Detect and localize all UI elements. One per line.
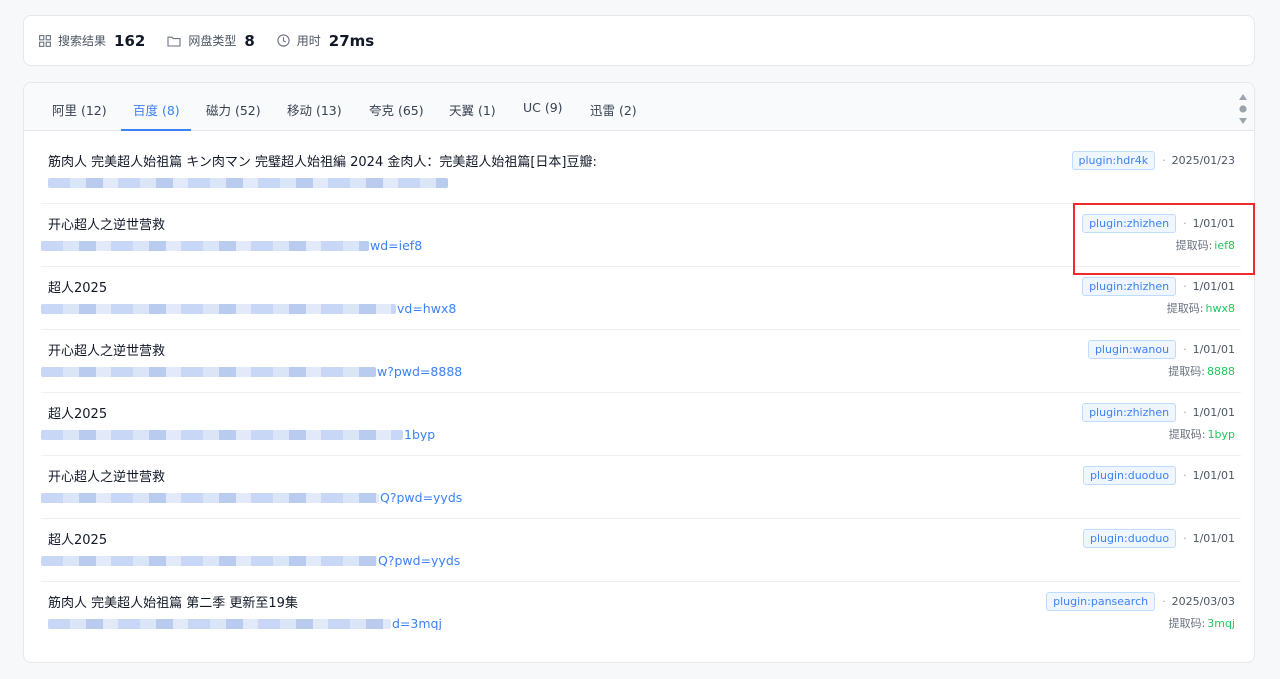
results-count: 162 [114, 31, 146, 50]
time-value: 27ms [328, 31, 375, 50]
result-date: 1/01/01 [1192, 532, 1235, 545]
result-row: 超人2025 vd=hwx8 plugin:zhizhen · 1/01/01 … [41, 267, 1241, 330]
extraction-code: 提取码: ief8 [1175, 239, 1235, 252]
result-date: 1/01/01 [1192, 469, 1235, 482]
result-link[interactable]: 1byp [41, 426, 481, 441]
result-link[interactable]: Q?pwd=yyds [41, 552, 481, 567]
result-title[interactable]: 筋肉人 完美超人始祖篇 第二季 更新至19集 [48, 592, 298, 611]
stat-results: 搜索结果 162 [39, 32, 145, 50]
plugin-tag: plugin:zhizhen [1082, 403, 1177, 422]
result-row: 超人2025 Q?pwd=yyds plugin:duoduo · 1/01/0… [41, 519, 1241, 582]
result-meta: plugin:duoduo · 1/01/01 [1082, 529, 1235, 548]
plugin-tag: plugin:pansearch [1046, 592, 1156, 611]
result-row: 超人2025 1byp plugin:zhizhen · 1/01/01 提取码… [41, 393, 1241, 456]
results-panel: 阿里 (12) 百度 (8) 磁力 (52) 移动 (13) 夸克 (65) 天… [23, 82, 1255, 663]
plugin-tag: plugin:zhizhen [1082, 277, 1177, 296]
plugin-tag: plugin:hdr4k [1071, 151, 1156, 170]
result-meta: plugin:zhizhen · 1/01/01 提取码: ief8 [1082, 214, 1235, 253]
result-date: 1/01/01 [1192, 343, 1235, 356]
active-tab-indicator [121, 129, 191, 131]
result-meta: plugin:hdr4k · 2025/01/23 [1071, 151, 1235, 170]
tab-scroll-icon [1239, 94, 1247, 124]
result-date: 1/01/01 [1192, 280, 1235, 293]
tab-magnet[interactable]: 磁力 (52) [206, 100, 261, 119]
tab-xunlei[interactable]: 迅雷 (2) [590, 100, 637, 119]
tab-aliyun[interactable]: 阿里 (12) [52, 100, 107, 119]
result-link[interactable]: vd=hwx8 [41, 300, 481, 315]
result-link[interactable]: wd=ief8 [41, 237, 481, 252]
plugin-tag: plugin:duoduo [1082, 529, 1177, 548]
time-label: 用时 [296, 34, 321, 48]
result-link[interactable]: w?pwd=8888 [41, 363, 481, 378]
plugin-tag: plugin:wanou [1087, 340, 1177, 359]
tab-uc[interactable]: UC (9) [523, 100, 563, 115]
clock-icon [277, 34, 290, 47]
search-stats-bar: 搜索结果 162 网盘类型 8 用时 27ms [23, 15, 1255, 66]
result-title[interactable]: 开心超人之逆世营救 [48, 214, 165, 233]
results-label: 搜索结果 [58, 34, 107, 48]
result-date: 2025/03/03 [1171, 595, 1235, 608]
tab-mobile[interactable]: 移动 (13) [287, 100, 342, 119]
result-title[interactable]: 超人2025 [48, 403, 107, 422]
result-date: 1/01/01 [1192, 217, 1235, 230]
result-title[interactable]: 超人2025 [48, 529, 107, 548]
cloud-type-tabs: 阿里 (12) 百度 (8) 磁力 (52) 移动 (13) 夸克 (65) 天… [24, 83, 1254, 131]
extraction-code: 提取码: 3mqj [1168, 617, 1235, 630]
stat-types: 网盘类型 8 [167, 31, 255, 50]
tab-quark[interactable]: 夸克 (65) [369, 100, 424, 119]
plugin-tag: plugin:duoduo [1082, 466, 1177, 485]
result-list: 筋肉人 完美超人始祖篇 キン肉マン 完璧超人始祖編 2024 金肉人：完美超人始… [41, 141, 1241, 645]
tab-scroll-control[interactable] [1238, 93, 1248, 125]
result-title[interactable]: 开心超人之逆世营救 [48, 466, 165, 485]
result-link[interactable]: Q?pwd=yyds [41, 489, 481, 504]
extraction-code: 提取码: hwx8 [1166, 302, 1235, 315]
folder-icon [167, 36, 181, 47]
result-date: 2025/01/23 [1171, 154, 1235, 167]
grid-icon [39, 34, 51, 47]
result-row: 筋肉人 完美超人始祖篇 キン肉マン 完璧超人始祖編 2024 金肉人：完美超人始… [41, 141, 1241, 204]
result-meta: plugin:pansearch · 2025/03/03 提取码: 3mqj [1046, 592, 1235, 631]
result-link[interactable]: d=3mqj [41, 615, 481, 630]
result-date: 1/01/01 [1192, 406, 1235, 419]
result-link[interactable] [41, 174, 481, 189]
result-meta: plugin:duoduo · 1/01/01 [1082, 466, 1235, 485]
tab-baidu[interactable]: 百度 (8) [133, 100, 180, 119]
result-title[interactable]: 超人2025 [48, 277, 107, 296]
extraction-code: 提取码: 1byp [1168, 428, 1235, 441]
result-title[interactable]: 筋肉人 完美超人始祖篇 キン肉マン 完璧超人始祖編 2024 金肉人：完美超人始… [48, 151, 597, 170]
extraction-code: 提取码: 8888 [1168, 365, 1235, 378]
types-count: 8 [244, 31, 255, 50]
result-row: 开心超人之逆世营救 Q?pwd=yyds plugin:duoduo · 1/0… [41, 456, 1241, 519]
stat-time: 用时 27ms [277, 32, 374, 50]
result-row: 开心超人之逆世营救 w?pwd=8888 plugin:wanou · 1/01… [41, 330, 1241, 393]
result-meta: plugin:zhizhen · 1/01/01 提取码: hwx8 [1082, 277, 1235, 316]
result-row: 筋肉人 完美超人始祖篇 第二季 更新至19集 d=3mqj plugin:pan… [41, 582, 1241, 645]
result-meta: plugin:wanou · 1/01/01 提取码: 8888 [1087, 340, 1235, 379]
plugin-tag: plugin:zhizhen [1082, 214, 1177, 233]
result-meta: plugin:zhizhen · 1/01/01 提取码: 1byp [1082, 403, 1235, 442]
result-row: 开心超人之逆世营救 wd=ief8 plugin:zhizhen · 1/01/… [41, 204, 1241, 267]
result-title[interactable]: 开心超人之逆世营救 [48, 340, 165, 359]
types-label: 网盘类型 [188, 34, 237, 48]
tab-tianyi[interactable]: 天翼 (1) [449, 100, 496, 119]
